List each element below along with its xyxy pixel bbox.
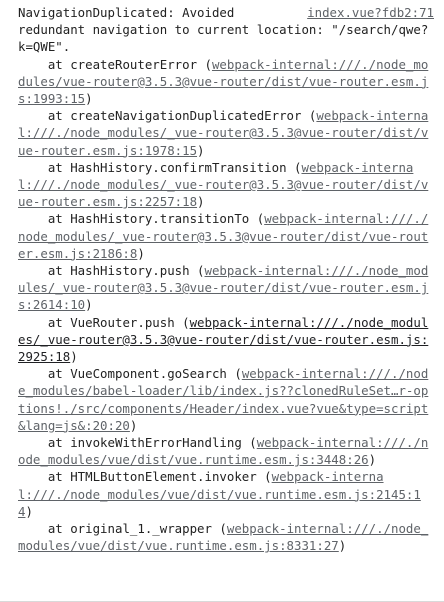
stack-frame: at HashHistory.transitionTo (webpack-int… xyxy=(18,210,434,262)
stack-frame-close: ) xyxy=(368,452,377,468)
stack-frame-function: at VueRouter.push ( xyxy=(18,314,190,330)
stack-frame-function: at createNavigationDuplicatedError ( xyxy=(18,108,317,124)
stack-frame-close: ) xyxy=(137,245,145,261)
stack-frame-function: at HashHistory.transitionTo ( xyxy=(18,211,265,227)
stack-frame-close: ) xyxy=(129,417,138,433)
stack-frame: at createRouterError (webpack-internal:/… xyxy=(18,56,434,108)
console-error-message: index.vue?fdb2:71 NavigationDuplicated: … xyxy=(0,0,444,602)
stack-frame-function: at HashHistory.push ( xyxy=(18,263,205,279)
stack-frame: at createNavigationDuplicatedError (webp… xyxy=(18,107,434,159)
stack-frame-close: ) xyxy=(197,142,205,158)
error-message: NavigationDuplicated: Avoided redundant … xyxy=(18,4,434,555)
stack-frame: at invokeWithErrorHandling (webpack-inte… xyxy=(18,434,434,468)
stack-frame-close: ) xyxy=(85,297,93,313)
error-message-line1: NavigationDuplicated: Avoided xyxy=(18,5,235,20)
source-location-link[interactable]: index.vue?fdb2:71 xyxy=(307,4,434,21)
stack-frame-close: ) xyxy=(197,194,205,210)
error-message-text: redundant navigation to current location… xyxy=(18,22,429,55)
stack-frame: at HashHistory.confirmTransition (webpac… xyxy=(18,159,434,211)
stack-frame-close: ) xyxy=(70,349,78,365)
stack-frame-function: at invokeWithErrorHandling ( xyxy=(18,435,257,451)
stack-frame-function: at HTMLButtonElement.invoker ( xyxy=(18,469,272,485)
stack-frame-close: ) xyxy=(85,91,93,107)
stack-frame-close: ) xyxy=(25,503,33,519)
stack-frame-function: at VueComponent.goSearch ( xyxy=(18,366,242,382)
stack-frame-function: at HashHistory.confirmTransition ( xyxy=(18,159,302,175)
stack-frame: at HashHistory.push (webpack-internal://… xyxy=(18,262,434,314)
stack-frame-function: at original_1._wrapper ( xyxy=(18,521,227,537)
stack-frame-function: at createRouterError ( xyxy=(18,56,212,72)
stack-frame: at original_1._wrapper (webpack-internal… xyxy=(18,520,434,554)
stack-frame: at VueComponent.goSearch (webpack-intern… xyxy=(18,365,434,434)
stack-frame: at HTMLButtonElement.invoker (webpack-in… xyxy=(18,468,434,520)
stack-frame: at VueRouter.push (webpack-internal:///.… xyxy=(18,314,434,366)
stack-frame-close: ) xyxy=(338,538,347,554)
